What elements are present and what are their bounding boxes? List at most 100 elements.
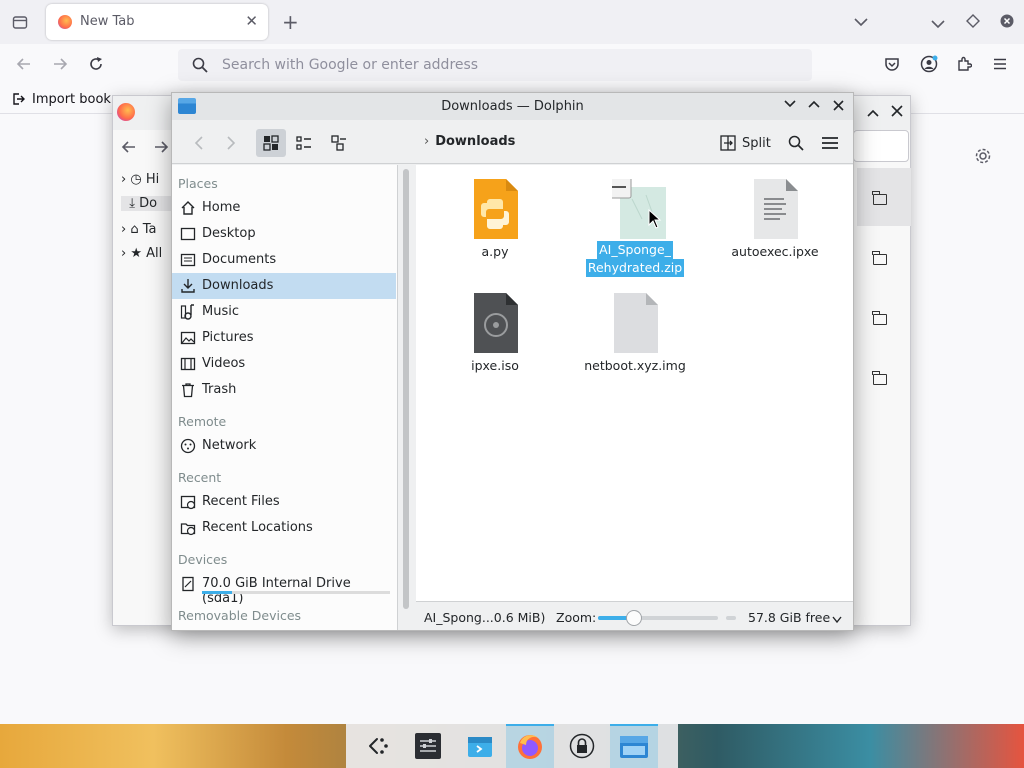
pocket-icon[interactable] bbox=[884, 56, 900, 75]
tree-item-all-bookmarks[interactable]: › ★ All bbox=[121, 246, 162, 261]
lock-icon bbox=[569, 733, 595, 759]
places-item-documents[interactable]: Documents bbox=[172, 247, 396, 273]
taskbar-lock-screen[interactable] bbox=[558, 724, 606, 768]
home-icon bbox=[180, 200, 196, 216]
tree-item-history[interactable]: › ◷ Hi bbox=[121, 172, 159, 187]
taskbar-dolphin[interactable] bbox=[610, 724, 658, 768]
reload-icon[interactable] bbox=[88, 56, 104, 75]
file-item-autoexec-ipxe[interactable]: autoexec.ipxe bbox=[720, 179, 830, 261]
drive-usage-fill bbox=[202, 591, 233, 594]
file-item-ipxe-iso[interactable]: ipxe.iso bbox=[440, 293, 550, 375]
list-all-tabs-icon[interactable] bbox=[854, 14, 868, 30]
zoom-slider-handle[interactable] bbox=[626, 610, 642, 626]
extensions-icon[interactable] bbox=[956, 56, 973, 75]
trash-icon bbox=[180, 382, 196, 398]
places-item-music[interactable]: Music bbox=[172, 299, 396, 325]
places-item-downloads[interactable]: Downloads bbox=[172, 273, 396, 299]
firefox-logo-icon bbox=[117, 103, 135, 121]
dolphin-icon bbox=[620, 736, 648, 758]
maximize-icon[interactable] bbox=[808, 97, 820, 113]
library-row[interactable] bbox=[857, 228, 911, 286]
file-name: autoexec.ipxe bbox=[731, 244, 819, 259]
tree-item-downloads[interactable]: ⤓ Do bbox=[121, 196, 173, 211]
hamburger-menu-button[interactable] bbox=[815, 129, 845, 157]
free-space-label[interactable]: 57.8 GiB free bbox=[748, 610, 830, 625]
close-tab-icon[interactable]: ✕ bbox=[245, 12, 258, 30]
file-name: ipxe.iso bbox=[471, 358, 519, 373]
details-view-button[interactable] bbox=[324, 129, 354, 157]
icons-view-button[interactable] bbox=[256, 129, 286, 157]
account-icon[interactable] bbox=[920, 55, 938, 76]
drive-icon bbox=[180, 576, 196, 592]
videos-icon bbox=[180, 356, 196, 372]
window-title: Downloads — Dolphin bbox=[441, 99, 584, 114]
places-item-label: Videos bbox=[202, 356, 246, 371]
library-back-icon[interactable] bbox=[121, 139, 137, 158]
tab-list-icon[interactable] bbox=[12, 14, 28, 33]
breadcrumb-current: Downloads bbox=[435, 134, 516, 149]
places-item-label: Desktop bbox=[202, 226, 256, 241]
chevron-down-icon[interactable] bbox=[832, 612, 842, 627]
places-item-pictures[interactable]: Pictures bbox=[172, 325, 396, 351]
app-launcher-button[interactable] bbox=[354, 724, 402, 768]
places-scrollbar[interactable] bbox=[403, 169, 409, 609]
library-search-field[interactable] bbox=[853, 130, 909, 162]
folder-icon bbox=[872, 191, 887, 205]
places-item-label: Recent Locations bbox=[202, 520, 313, 535]
search-icon bbox=[192, 57, 208, 76]
breadcrumb[interactable]: › Downloads bbox=[424, 134, 515, 149]
library-row[interactable] bbox=[857, 168, 911, 226]
places-item-videos[interactable]: Videos bbox=[172, 351, 396, 377]
forward-button[interactable] bbox=[216, 129, 246, 157]
back-icon[interactable] bbox=[16, 56, 32, 75]
library-forward-icon[interactable] bbox=[153, 139, 169, 158]
selection-status: AI_Spong...0.6 MiB) bbox=[424, 610, 546, 625]
scrollbar-thumb[interactable] bbox=[403, 169, 409, 609]
tree-item-tags[interactable]: › ⌂ Ta bbox=[121, 222, 156, 237]
disc-image-file-icon bbox=[472, 293, 518, 353]
minimize-icon[interactable] bbox=[784, 97, 796, 113]
places-item-recent-files[interactable]: Recent Files bbox=[172, 489, 396, 515]
menu-icon[interactable] bbox=[992, 56, 1008, 75]
mouse-cursor-icon bbox=[648, 209, 662, 229]
settings-gear-icon[interactable] bbox=[974, 147, 992, 168]
zip-file-icon bbox=[606, 175, 666, 239]
places-item-internal-drive[interactable]: 70.0 GiB Internal Drive (sda1) bbox=[172, 571, 396, 606]
library-row[interactable] bbox=[857, 288, 911, 346]
url-bar[interactable]: Search with Google or enter address bbox=[178, 49, 812, 81]
back-button[interactable] bbox=[184, 129, 214, 157]
file-item-netboot-img[interactable]: netboot.xyz.img bbox=[580, 293, 690, 375]
places-item-network[interactable]: Network bbox=[172, 433, 396, 459]
places-item-desktop[interactable]: Desktop bbox=[172, 221, 396, 247]
file-item-a-py[interactable]: a.py bbox=[440, 179, 550, 261]
zoom-slider[interactable] bbox=[598, 610, 718, 626]
recent-header: Recent bbox=[178, 470, 222, 485]
file-item-ai-sponge-zip[interactable]: AI_Sponge_ Rehydrated.zip bbox=[580, 175, 690, 277]
split-button[interactable]: Split bbox=[720, 129, 771, 157]
places-item-recent-locations[interactable]: Recent Locations bbox=[172, 515, 396, 541]
places-item-home[interactable]: Home bbox=[172, 195, 396, 221]
new-tab-icon[interactable]: + bbox=[282, 12, 299, 32]
recent-locations-icon bbox=[180, 520, 196, 536]
places-item-trash[interactable]: Trash bbox=[172, 377, 396, 403]
taskbar-discover[interactable] bbox=[456, 724, 504, 768]
library-maximize-icon[interactable] bbox=[867, 105, 879, 121]
window-minimize-icon[interactable] bbox=[931, 16, 945, 32]
compact-view-button[interactable] bbox=[289, 129, 319, 157]
music-icon bbox=[180, 304, 196, 320]
taskbar-system-settings[interactable] bbox=[404, 724, 452, 768]
library-close-icon[interactable] bbox=[891, 104, 903, 120]
close-icon[interactable] bbox=[833, 99, 844, 115]
taskbar-firefox[interactable] bbox=[506, 724, 554, 768]
search-button[interactable] bbox=[781, 129, 811, 157]
tree-label: All bbox=[146, 246, 163, 261]
library-row[interactable] bbox=[857, 348, 911, 406]
recent-files-icon bbox=[180, 494, 196, 510]
window-maximize-icon[interactable] bbox=[966, 14, 980, 31]
import-bookmarks-link[interactable]: Import book bbox=[32, 92, 111, 107]
window-close-icon[interactable] bbox=[1000, 14, 1014, 31]
browser-tab[interactable]: New Tab ✕ bbox=[46, 4, 268, 40]
forward-icon[interactable] bbox=[52, 56, 68, 75]
places-panel: Places Home Desktop Documents Downloads … bbox=[172, 165, 398, 630]
firefox-icon bbox=[518, 735, 542, 759]
